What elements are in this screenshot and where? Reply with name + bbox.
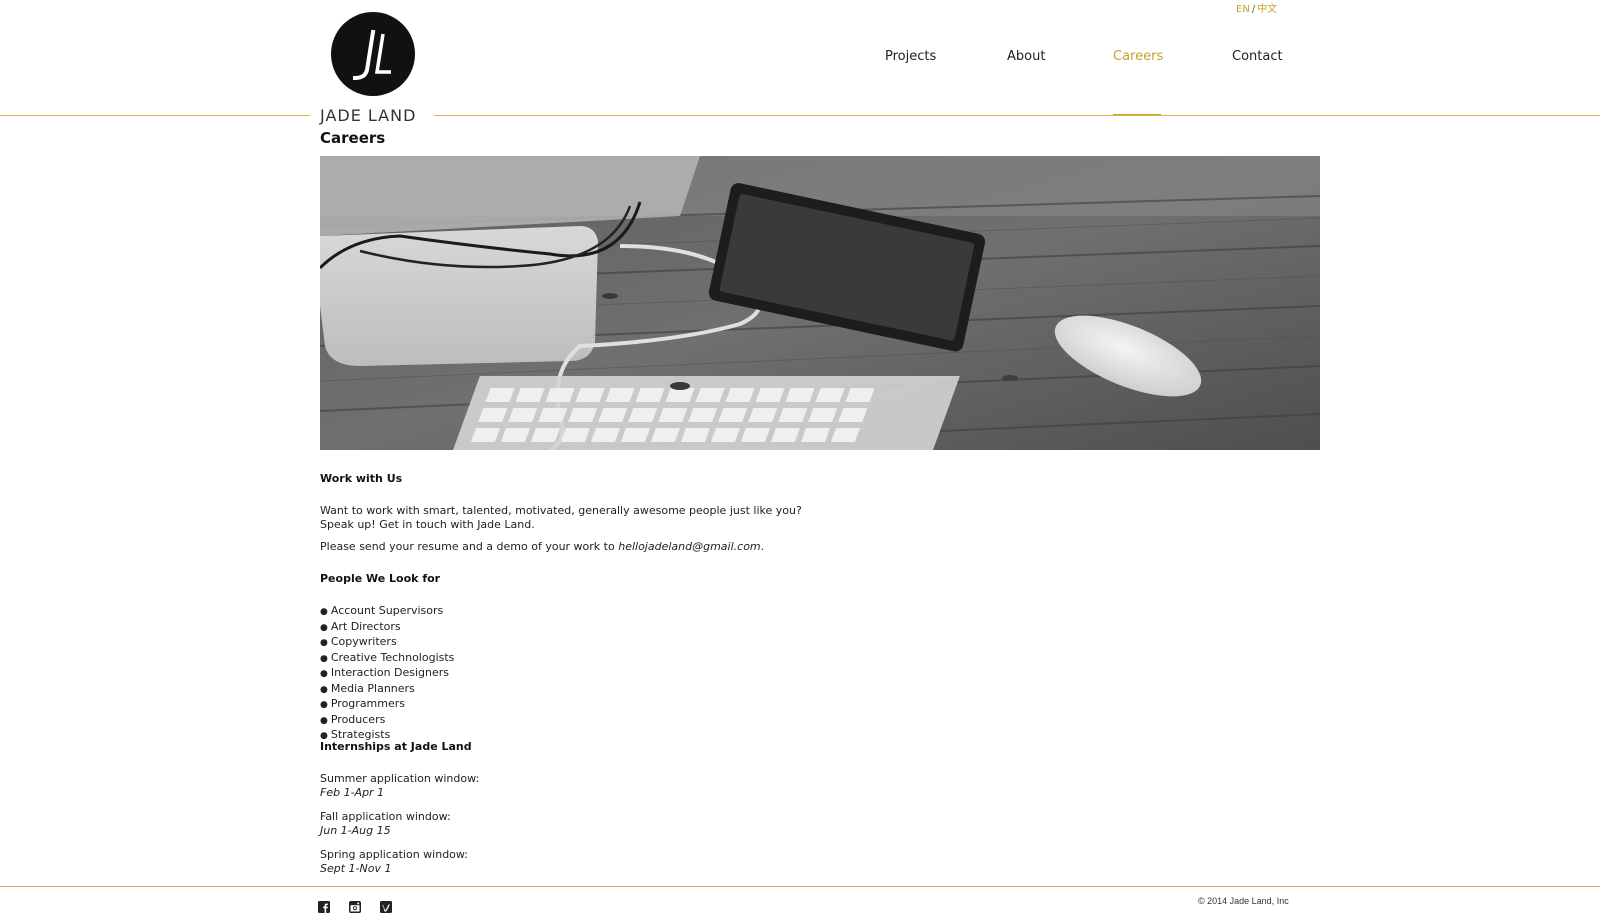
role-item: Art Directors	[320, 620, 454, 636]
email-link[interactable]: hellojadeland@gmail.com	[618, 540, 760, 553]
internship-window-dates: Sept 1-Nov 1	[320, 861, 392, 875]
internship-window-label: Spring application window:	[320, 848, 469, 861]
footer-divider	[0, 886, 1600, 887]
role-item: Creative Technologists	[320, 651, 455, 667]
work-with-us-heading: Work with Us	[320, 472, 403, 485]
vimeo-icon[interactable]	[380, 898, 392, 913]
page: EN / 中文 JADE LAND Projects About Careers C…	[0, 0, 1600, 916]
main-nav: Projects About Careers Contact	[0, 49, 1600, 117]
internship-window-dates: Jun 1-Aug 15	[320, 823, 391, 837]
work-intro: Want to work with smart, talented, motiv…	[320, 504, 802, 531]
internship-fall: Fall application window: Jun 1-Aug 15	[320, 810, 451, 837]
instagram-icon[interactable]	[349, 898, 361, 913]
role-item: Copywriters	[320, 635, 454, 651]
internship-summer: Summer application window: Feb 1-Apr 1	[320, 772, 479, 799]
desk-photo-illustration	[320, 156, 1320, 450]
work-intro-line-1: Want to work with smart, talented, motiv…	[320, 504, 802, 517]
nav-item-about[interactable]: About	[1007, 49, 1045, 64]
internship-window-dates: Feb 1-Apr 1	[320, 785, 385, 799]
internship-spring: Spring application window: Sept 1-Nov 1	[320, 848, 468, 875]
language-switcher: EN / 中文	[1236, 0, 1277, 15]
role-item: Account Supervisors	[320, 604, 454, 620]
roles-list: Account Supervisors Art Directors Copywr…	[320, 604, 455, 744]
role-item: Media Planners	[320, 682, 454, 698]
internships-heading: Internships at Jade Land	[320, 740, 472, 753]
role-item: Interaction Designers	[320, 666, 454, 682]
role-item: Programmers	[320, 697, 454, 713]
nav-item-contact[interactable]: Contact	[1232, 49, 1283, 64]
role-item: Producers	[320, 713, 454, 729]
work-intro-line-2: Speak up! Get in touch with Jade Land.	[320, 517, 535, 531]
header-divider-left	[0, 115, 310, 116]
facebook-icon[interactable]	[318, 898, 330, 913]
header-divider-right	[434, 115, 1600, 116]
nav-item-projects[interactable]: Projects	[885, 49, 936, 64]
resume-instructions: Please send your resume and a demo of yo…	[320, 540, 764, 554]
hero-image	[320, 156, 1320, 450]
lang-zh-link[interactable]: 中文	[1257, 4, 1277, 15]
resume-instructions-text: Please send your resume and a demo of yo…	[320, 540, 619, 553]
internship-window-label: Fall application window:	[320, 810, 451, 823]
nav-item-careers[interactable]: Careers	[1113, 49, 1163, 64]
people-heading: People We Look for	[320, 572, 441, 585]
internship-window-label: Summer application window:	[320, 772, 480, 785]
resume-instructions-end: .	[760, 540, 765, 553]
page-title: Careers	[320, 129, 386, 147]
lang-en-link[interactable]: EN	[1236, 4, 1250, 15]
copyright-text: © 2014 Jade Land, Inc	[1198, 896, 1289, 906]
